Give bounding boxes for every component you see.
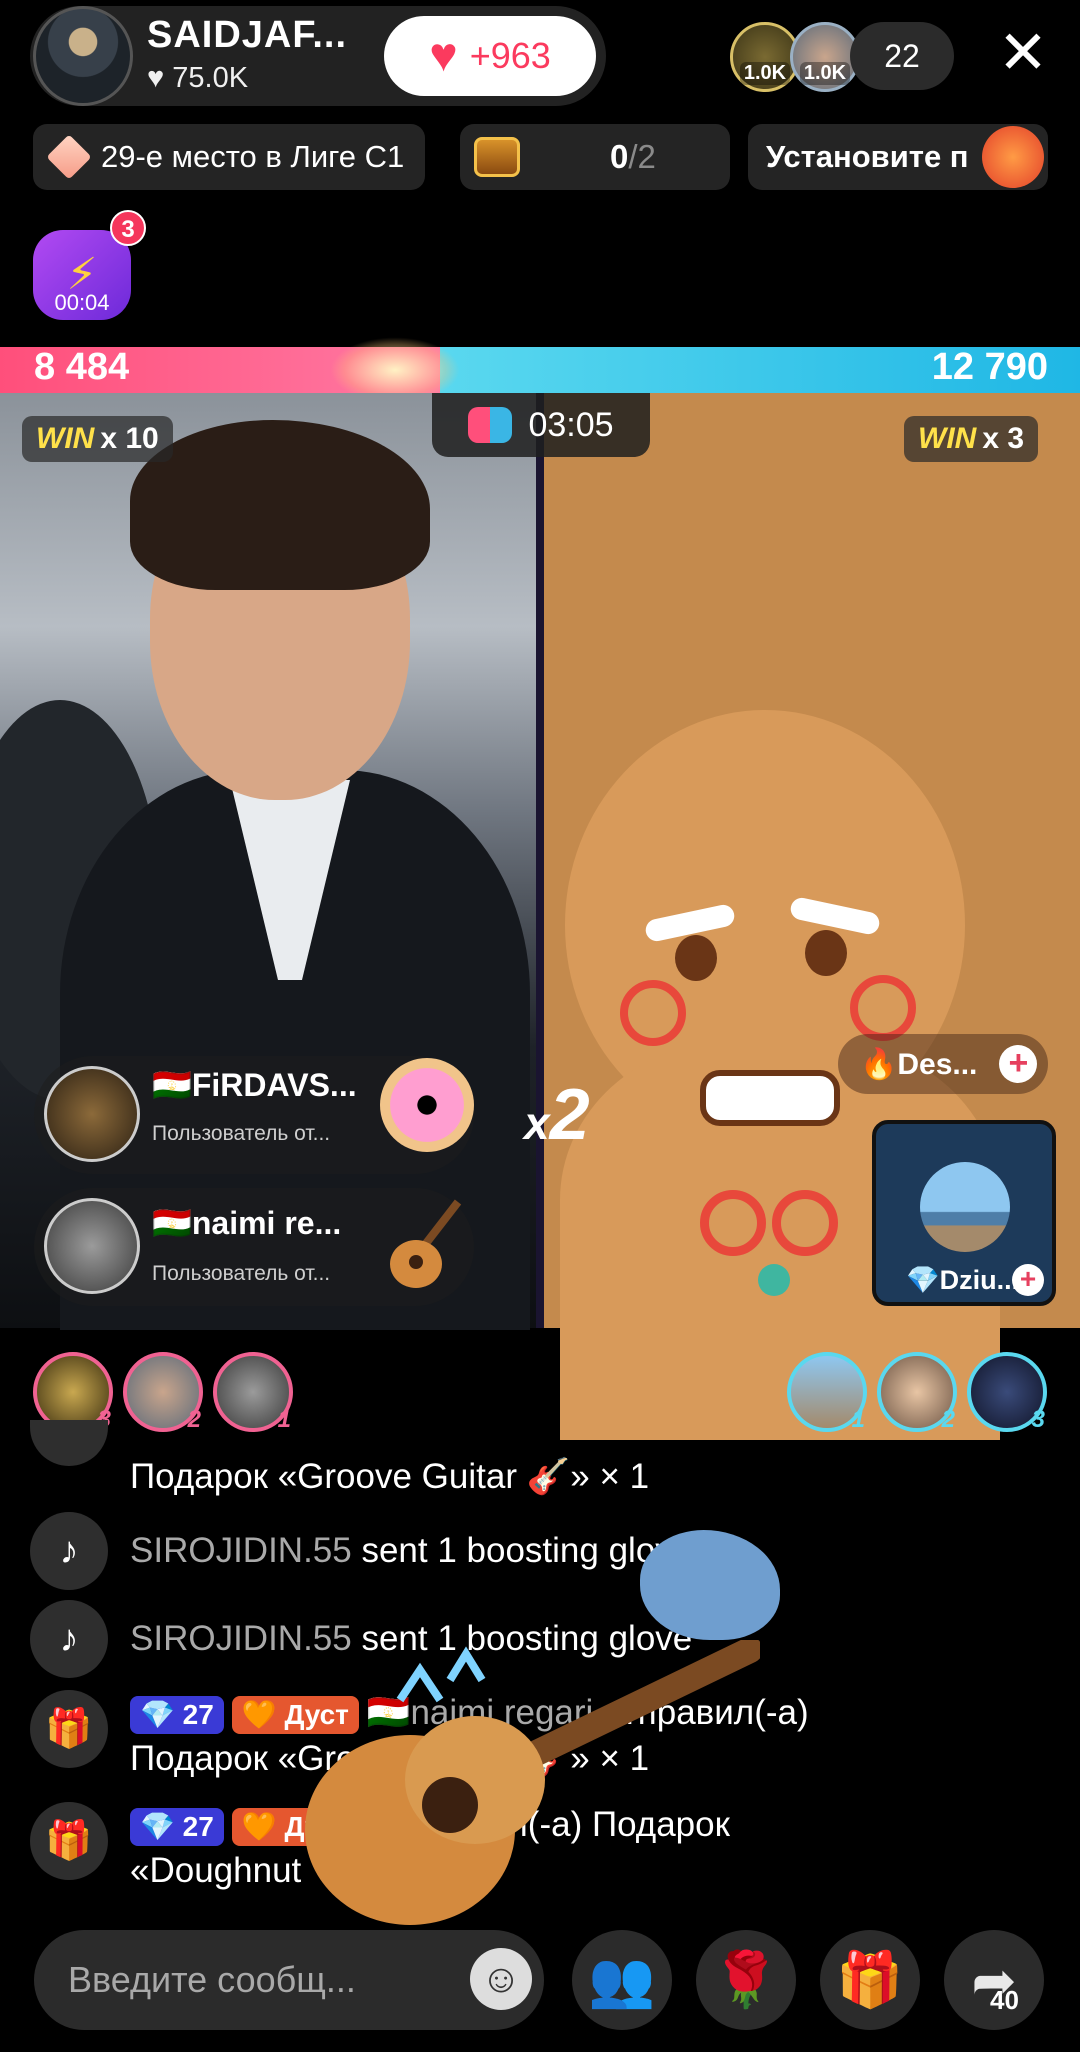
guest-name: 🔥Des... (860, 1047, 978, 1081)
gift-sender-sub: Пользователь от... (152, 1262, 331, 1285)
doughnut-gift-icon (380, 1058, 474, 1152)
win-label: WIN (918, 422, 977, 455)
message-input[interactable]: Введите сообщ... (34, 1930, 544, 2030)
mascot-icon (982, 126, 1044, 188)
gift-sender-name: 🇹🇯FiRDAVS... (152, 1067, 357, 1103)
tiktok-icon: ♪ (30, 1600, 108, 1678)
gift-icon: 🎁 (30, 1690, 108, 1768)
gingerbread-button (758, 1264, 790, 1296)
rank-avatar-left[interactable]: 2 (123, 1352, 203, 1433)
chat-text: sent 1 boosting glov (351, 1531, 673, 1570)
notification-badge: 3 (110, 210, 146, 246)
win-streak-right: WIN x 3 (904, 416, 1039, 462)
multiplier-x: x (524, 1097, 550, 1149)
host-likes: ♥ 75.0K (147, 62, 248, 95)
gingerbread-cheek-right (850, 975, 916, 1041)
gift-button[interactable]: 🎁 (820, 1930, 920, 2030)
diamond-icon (46, 134, 92, 180)
rank-number: 1 (277, 1406, 291, 1433)
chat-message: ♪ SIROJIDIN.55 sent 1 boosting glov (30, 1512, 1060, 1590)
gift-box-icon: 🎁 (836, 1949, 904, 2010)
rank-number: 2 (941, 1406, 955, 1433)
host-avatar[interactable] (33, 6, 133, 106)
guitar-animation (305, 1640, 760, 1925)
chest-done: 0 (610, 138, 629, 175)
gingerbread-eye-right (805, 930, 847, 976)
rank-avatar-right[interactable]: 3 (967, 1352, 1047, 1433)
gift-sender-avatar[interactable] (44, 1066, 140, 1162)
chest-chip[interactable]: 0/2 (460, 124, 730, 190)
treasure-chest-icon (474, 137, 520, 177)
guitar-gift-icon (390, 1199, 462, 1288)
bolt-timer: 00:04 (54, 290, 110, 315)
tiktok-icon: ♪ (30, 1512, 108, 1590)
win-label: WIN (36, 422, 95, 455)
guest-avatar (920, 1162, 1010, 1252)
gingerbread-bow (700, 1190, 840, 1260)
users-icon: 👥 (588, 1949, 656, 2010)
win-mult: x 10 (100, 422, 159, 455)
rank-avatar-right[interactable]: 2 (877, 1352, 957, 1433)
like-button[interactable]: ♥ +963 (384, 16, 596, 96)
battle-divider (536, 393, 544, 1328)
close-button[interactable]: ✕ (990, 20, 1056, 86)
share-count: 40 (990, 1985, 1019, 2015)
multi-guest-button[interactable]: 👥 (572, 1930, 672, 2030)
gingerbread-cheek-left (620, 980, 686, 1046)
set-goal-text: Установите п (766, 139, 969, 174)
heart-small-icon: ♥ (147, 62, 165, 94)
gingerbread-mouth (700, 1070, 840, 1126)
guest-card-name: 💎Dziu... (906, 1265, 1020, 1295)
bow-loop-right (772, 1190, 838, 1256)
message-placeholder: Введите сообщ... (68, 1959, 356, 2000)
multiplier-value: 2 (549, 1075, 590, 1155)
score-right: 12 790 (931, 346, 1048, 388)
rank-number: 3 (1031, 1406, 1045, 1433)
guest-name-pill[interactable]: 🔥Des... + (838, 1034, 1048, 1094)
gift-sender-name: 🇹🇯naimi re... (152, 1205, 342, 1241)
chest-total: /2 (628, 138, 656, 175)
guest-card[interactable]: 💎Dziu... + (872, 1120, 1056, 1306)
follow-plus-icon[interactable]: + (1012, 1264, 1044, 1296)
rank-number: 1 (851, 1406, 865, 1433)
viewer-count[interactable]: 22 (850, 22, 954, 90)
host-name[interactable]: SAIDJAF... (147, 14, 347, 57)
battle-timer: 03:05 (432, 393, 650, 457)
bow-loop-left (700, 1190, 766, 1256)
chat-username[interactable]: SIROJIDIN.55 (130, 1531, 352, 1570)
level-badge: 💎 27 (130, 1696, 224, 1734)
multiplier-x2: x2 (524, 1074, 590, 1156)
gift-sender-sub: Пользователь от... (152, 1122, 331, 1145)
win-streak-left: WIN x 10 (22, 416, 173, 462)
chat-text: «Doughnut (130, 1851, 302, 1890)
follow-plus-icon[interactable]: + (999, 1045, 1038, 1083)
gingerbread-eye-left (675, 935, 717, 981)
heart-icon: ♥ (429, 29, 458, 82)
top-viewer-amount: 1.0K (799, 62, 851, 85)
top-viewer-amount: 1.0K (739, 62, 791, 85)
win-mult: x 3 (982, 422, 1025, 455)
host-likes-count: 75.0K (172, 62, 249, 94)
score-left: 8 484 (34, 346, 130, 388)
rank-avatar-right[interactable]: 1 (787, 1352, 867, 1433)
boxing-gloves-icon (468, 407, 513, 443)
emoji-icon[interactable]: ☺ (470, 1948, 532, 2010)
rose-gift-button[interactable]: 🌹 (696, 1930, 796, 2030)
gift-icon: 🎁 (30, 1802, 108, 1880)
gift-sender-avatar[interactable] (44, 1198, 140, 1294)
chest-progress: 0/2 (610, 138, 656, 176)
chat-text: Подарок «Groove Guitar 🎸» × 1 (130, 1457, 650, 1496)
level-badge: 💎 27 (130, 1808, 224, 1846)
rose-icon: 🌹 (712, 1949, 780, 2010)
battle-timer-text: 03:05 (528, 405, 614, 444)
rank-number: 2 (187, 1406, 201, 1433)
league-text: 29-е место в Лиге C1 (101, 139, 405, 174)
like-count: +963 (469, 35, 551, 76)
league-chip[interactable]: 29-е место в Лиге C1 (33, 124, 425, 190)
chat-gift-icon (30, 1420, 108, 1466)
chat-message: Подарок «Groove Guitar 🎸» × 1 (130, 1454, 1080, 1500)
rank-avatar-left[interactable]: 1 (213, 1352, 293, 1433)
